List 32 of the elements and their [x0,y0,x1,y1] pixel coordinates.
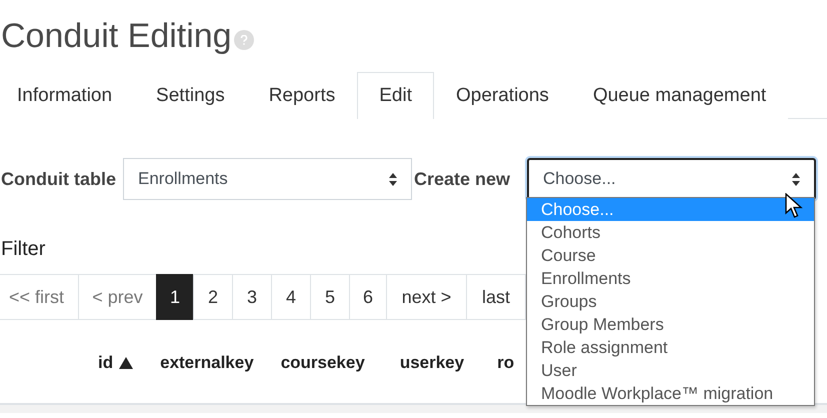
dropdown-option[interactable]: Course [527,244,814,267]
page-link[interactable]: 4 [271,274,311,320]
page-link[interactable]: 6 [349,274,387,320]
page-title: Conduit Editing [1,16,232,56]
select-field[interactable]: Choose... [527,158,816,200]
column-header[interactable]: id [98,352,114,372]
column-header[interactable]: ro [497,352,514,372]
sort-ascending-icon [119,356,134,368]
field-label: Conduit table [1,168,117,190]
select-arrows-icon [389,172,397,186]
page-link[interactable]: 2 [193,274,233,320]
page-link[interactable]: 3 [232,274,272,320]
page-link[interactable]: 5 [310,274,350,320]
dropdown-option[interactable]: Enrollments [527,267,814,290]
column-header[interactable]: externalkey [160,352,254,372]
page-link[interactable]: last [466,274,526,320]
dropdown-option[interactable]: Role assignment [527,336,814,359]
dropdown-option[interactable]: Groups [527,290,814,313]
dropdown-option[interactable]: User [527,359,814,382]
select-arrows-icon [792,172,800,186]
dropdown-option[interactable]: Moodle Workplace™ migration [527,382,814,405]
field-label: Create new [414,168,512,190]
page-link[interactable]: next > [386,274,467,320]
select-field[interactable]: Enrollments [123,158,412,200]
dropdown-option[interactable]: Group Members [527,313,814,336]
page-link[interactable]: 1 [156,274,194,320]
help-icon[interactable] [234,30,254,50]
tab[interactable]: Edit [357,72,434,119]
column-header[interactable]: coursekey [280,352,365,372]
filter-heading[interactable]: Filter [1,238,46,266]
dropdown-option[interactable]: Cohorts [527,221,814,244]
column-header[interactable]: userkey [400,352,464,372]
